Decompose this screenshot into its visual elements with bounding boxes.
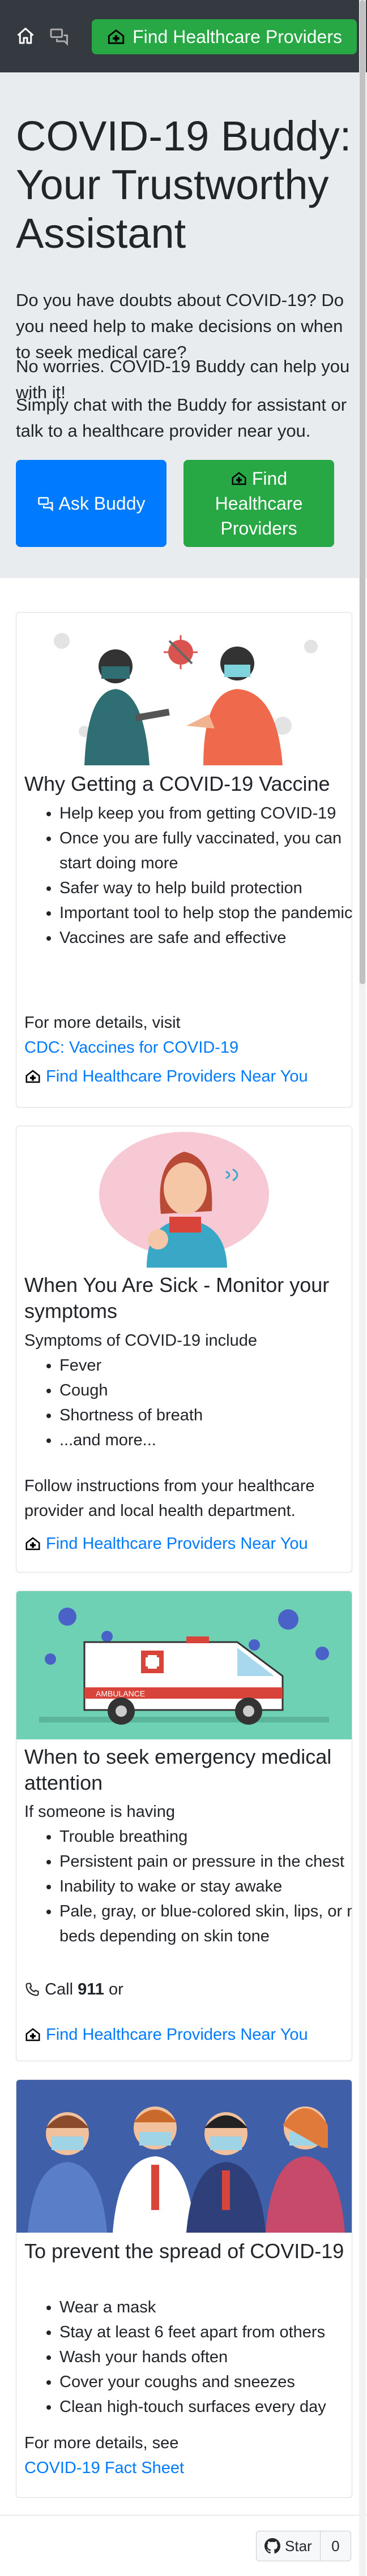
list-item: Wear a mask: [59, 2295, 352, 2320]
call-911-line: Call 911 or: [24, 1977, 347, 2002]
list-item: Shortness of breath: [59, 1403, 352, 1428]
find-providers-link-label: Find Healthcare Providers Near You: [46, 2026, 308, 2044]
more-details-text: For more details, see: [24, 2434, 179, 2452]
list-item: Clean high-touch surfaces every day: [59, 2394, 352, 2419]
star-count: 0: [331, 2537, 340, 2555]
ask-buddy-button[interactable]: Ask Buddy: [16, 460, 167, 547]
more-details-text: For more details, visit: [24, 1014, 181, 1032]
sick-person-illustration: [16, 1126, 352, 1268]
scrollbar-thumb[interactable]: [360, 0, 365, 984]
clinic-icon: [25, 1537, 40, 1550]
github-star-button[interactable]: Star 0: [256, 2531, 351, 2561]
cdc-vaccines-link[interactable]: CDC: Vaccines for COVID-19: [24, 1039, 238, 1057]
clinic-icon: [25, 1070, 40, 1083]
list-item: Important tool to help stop the pandemic: [59, 901, 352, 925]
hero-section: COVID-19 Buddy: Your Trustworthy Assista…: [0, 72, 367, 578]
find-providers-link-label: Find Healthcare Providers Near You: [46, 1067, 308, 1085]
top-navbar: Find Healthcare Providers: [0, 0, 367, 72]
list-item: Cough: [59, 1378, 352, 1403]
emergency-intro: If someone is having: [24, 1803, 175, 1821]
prevention-list: Wear a mask Stay at least 6 feet apart f…: [24, 2295, 352, 2419]
clinic-icon: [108, 29, 125, 44]
list-item: Help keep you from getting COVID-19: [59, 801, 352, 826]
ambulance-illustration: AMBULANCE: [16, 1591, 352, 1739]
find-providers-link[interactable]: Find Healthcare Providers Near You: [24, 1065, 308, 1088]
vaccine-card: Why Getting a COVID-19 Vaccine Help keep…: [16, 612, 352, 1108]
find-providers-link-label: Find Healthcare Providers Near You: [46, 1535, 308, 1553]
find-providers-link[interactable]: Find Healthcare Providers Near You: [24, 1532, 308, 1555]
emergency-card-title: When to seek emergency medical attention: [24, 1745, 332, 1794]
list-item: Once you are fully vaccinated, you can s…: [59, 826, 352, 876]
list-item: ...and more...: [59, 1428, 352, 1453]
list-item: Pale, gray, or blue-colored skin, lips, …: [59, 1899, 352, 1949]
find-providers-nav-button[interactable]: Find Healthcare Providers: [92, 19, 357, 54]
symptoms-intro: Symptoms of COVID-19 include: [24, 1332, 257, 1350]
page-title: COVID-19 Buddy: Your Trustworthy Assista…: [16, 113, 352, 257]
list-item: Inability to wake or stay awake: [59, 1874, 352, 1899]
list-item: Safer way to help build protection: [59, 876, 352, 901]
prevention-more-details: For more details, see COVID-19 Fact Shee…: [24, 2431, 347, 2480]
chat-icon[interactable]: [49, 26, 70, 46]
phone-icon: [25, 1983, 39, 1996]
find-providers-nav-label: Find Healthcare Providers: [133, 26, 342, 47]
vaccine-card-title: Why Getting a COVID-19 Vaccine: [24, 772, 330, 795]
list-item: Wash your hands often: [59, 2345, 352, 2370]
ambulance-text: AMBULANCE: [96, 1689, 145, 1698]
emergency-signs-list: Trouble breathing Persistent pain or pre…: [24, 1824, 352, 1949]
fact-sheet-link[interactable]: COVID-19 Fact Sheet: [24, 2459, 184, 2477]
star-label: Star: [285, 2537, 312, 2555]
ask-buddy-label: Ask Buddy: [58, 493, 146, 514]
call-prefix: Call: [45, 1980, 74, 1998]
list-item: Fever: [59, 1353, 352, 1378]
list-item: Cover your coughs and sneezes: [59, 2370, 352, 2394]
list-item: Persistent pain or pressure in the chest: [59, 1849, 352, 1874]
home-icon[interactable]: [15, 26, 36, 46]
prevention-card-title: To prevent the spread of COVID-19: [24, 2239, 344, 2263]
emergency-card: AMBULANCE When to seek emergency medical…: [16, 1591, 352, 2061]
find-providers-hero-label: Find Healthcare Providers: [215, 468, 303, 539]
chat-icon: [37, 497, 53, 512]
symptoms-list: Fever Cough Shortness of breath ...and m…: [24, 1353, 352, 1453]
hero-lead-question: Do you have doubts about COVID-19? Do yo…: [16, 290, 344, 359]
list-item: Trouble breathing: [59, 1824, 352, 1849]
emergency-number: 911: [78, 1980, 104, 1998]
github-icon: [264, 2538, 280, 2554]
vaccine-benefits-list: Help keep you from getting COVID-19 Once…: [24, 801, 352, 950]
call-suffix: or: [108, 1980, 123, 1998]
follow-instructions-text: Follow instructions from your healthcare…: [24, 1477, 315, 1520]
list-item: Stay at least 6 feet apart from others: [59, 2320, 352, 2345]
clinic-icon: [232, 472, 246, 485]
symptoms-card-title: When You Are Sick - Monitor your symptom…: [24, 1273, 330, 1323]
hero-lead-instructions: Simply chat with the Buddy for assistant…: [16, 395, 347, 441]
vaccine-more-details: For more details, visit CDC: Vaccines fo…: [24, 1010, 347, 1060]
prevention-card: To prevent the spread of COVID-19 Wear a…: [16, 2079, 352, 2498]
vaccination-illustration: [16, 613, 352, 765]
find-providers-hero-button[interactable]: Find Healthcare Providers: [184, 460, 334, 547]
symptoms-card: When You Are Sick - Monitor your symptom…: [16, 1126, 352, 1573]
masked-people-illustration: [16, 2080, 352, 2233]
find-providers-link[interactable]: Find Healthcare Providers Near You: [24, 2023, 308, 2046]
clinic-icon: [25, 2028, 40, 2041]
list-item: Vaccines are safe and effective: [59, 925, 352, 950]
